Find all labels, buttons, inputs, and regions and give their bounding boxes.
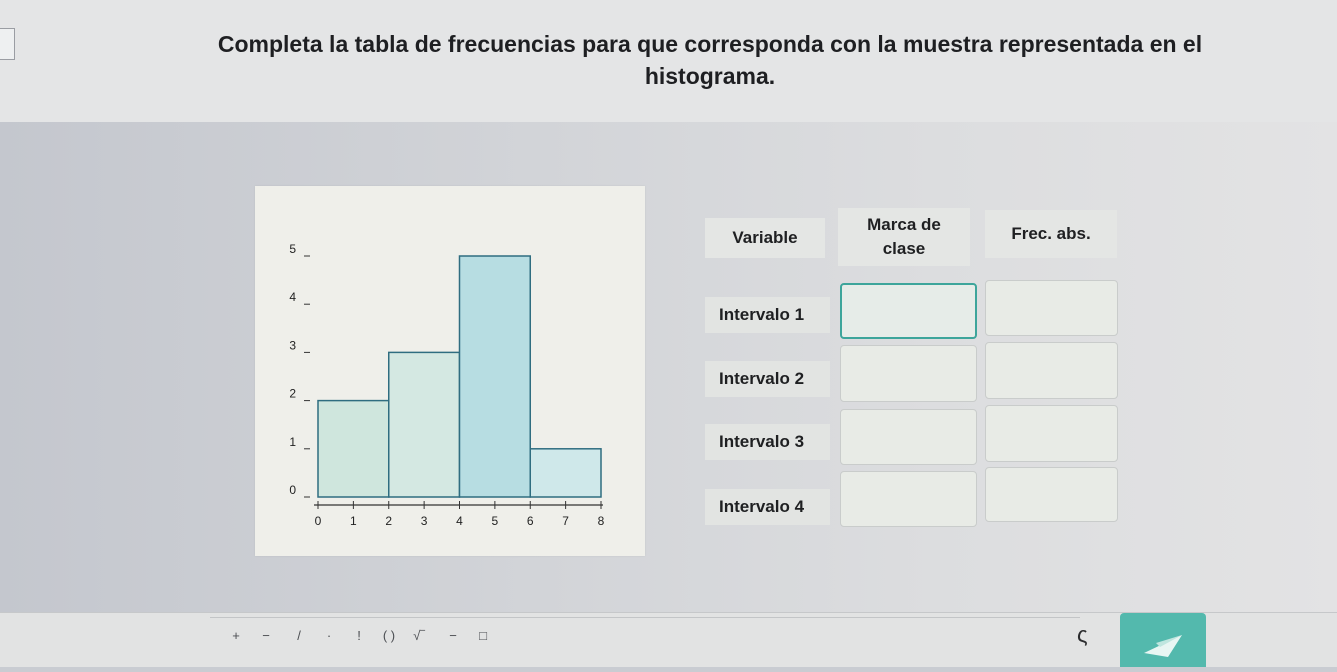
x-tick-label: 3 [421,514,428,528]
frec-abs-input-4[interactable] [985,467,1118,522]
y-tick-label: 5 [289,242,296,256]
header-frec-abs: Frec. abs. [985,210,1117,258]
y-tick-label: 1 [289,435,296,449]
y-tick-label: 3 [289,338,296,352]
sqrt-button[interactable]: √‾ [408,622,430,648]
factorial-button[interactable]: ! [348,622,370,648]
marca-clase-input-4[interactable] [840,471,977,527]
x-tick-label: 4 [456,514,463,528]
divide-button[interactable]: / [288,622,310,648]
x-tick-label: 1 [350,514,357,528]
histogram-bar-3 [458,255,531,498]
frec-abs-input-3[interactable] [985,405,1118,462]
frec-abs-input-2[interactable] [985,342,1118,399]
side-tab[interactable] [0,28,15,60]
parentheses-button[interactable]: ( ) [378,622,400,648]
header-marca-clase: Marca de clase [838,208,970,266]
exercise-prompt: Completa la tabla de frecuencias para qu… [217,31,1203,89]
x-tick-label: 5 [492,514,499,528]
marca-clase-input-1[interactable] [840,283,977,339]
plus-button[interactable]: + [225,622,247,648]
histogram-bar-2 [388,351,461,498]
send-button[interactable] [1120,613,1206,667]
box-button[interactable]: □ [472,622,494,648]
x-tick-label: 8 [598,514,605,528]
x-tick-label: 2 [385,514,392,528]
histogram-chart: 0 1 2 3 4 5 0 1 2 3 4 5 6 7 8 [289,242,605,528]
minus-button[interactable]: − [255,622,277,648]
y-tick-label: 4 [289,290,296,304]
frec-abs-input-1[interactable] [985,280,1118,336]
marca-clase-input-3[interactable] [840,409,977,465]
header-marca-line1: Marca de [867,215,941,234]
answer-input-area[interactable] [210,617,1080,664]
header-variable: Variable [705,218,825,258]
marca-clase-input-2[interactable] [840,345,977,402]
cursor-icon: ς [1077,622,1088,647]
fraction-button[interactable]: − [442,622,464,648]
histogram-panel: 0 1 2 3 4 5 0 1 2 3 4 5 6 7 8 [255,186,645,556]
x-tick-label: 7 [562,514,569,528]
dot-button[interactable]: · [318,622,340,648]
x-tick-label: 6 [527,514,534,528]
exercise-area [0,122,1337,612]
send-icon [1144,635,1182,657]
x-tick-label: 0 [315,514,322,528]
row-label-intervalo-3: Intervalo 3 [705,424,830,460]
row-label-intervalo-4: Intervalo 4 [705,489,830,525]
histogram-bar-4 [529,448,602,498]
header: Completa la tabla de frecuencias para qu… [0,0,1337,123]
header-marca-line2: clase [882,239,926,258]
row-label-intervalo-1: Intervalo 1 [705,297,830,333]
histogram-bar-1 [317,399,390,498]
y-tick-label: 2 [289,387,296,401]
row-label-intervalo-2: Intervalo 2 [705,361,830,397]
math-toolbar: + − / ·!( ) √‾ − □ [0,612,1337,667]
y-tick-label: 0 [289,483,296,497]
